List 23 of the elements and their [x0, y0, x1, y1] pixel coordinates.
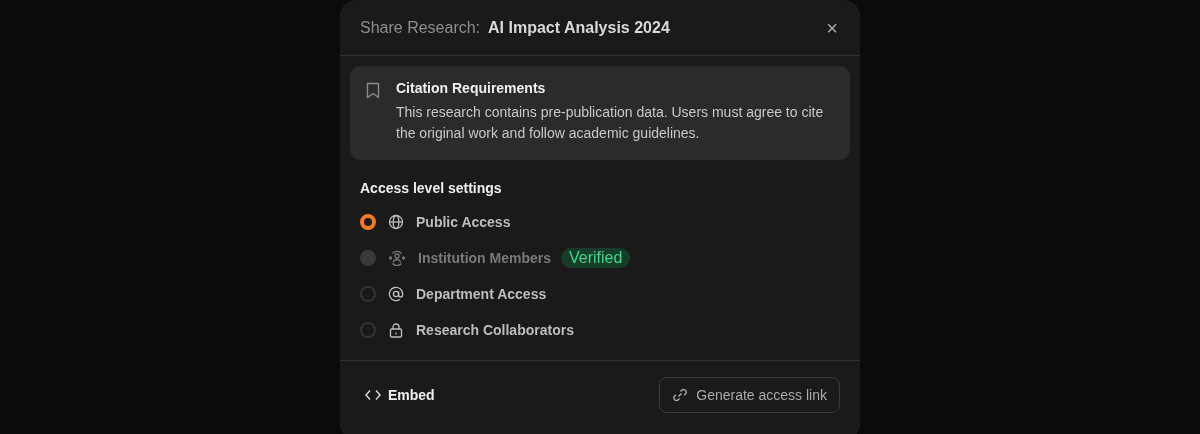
title-label: Share Research: [360, 18, 481, 37]
radio-button[interactable] [360, 322, 376, 338]
option-label: Institution Members [418, 250, 551, 266]
notice-title: Citation Requirements [396, 80, 547, 96]
radio-button[interactable] [360, 286, 376, 302]
option-label: Research Collaborators [416, 322, 574, 338]
people-icon [388, 250, 406, 266]
notice-text: This research contains pre-publication data. Users must agree to cite the original work and follow academic guidelines. [396, 103, 825, 143]
lock-icon [388, 322, 404, 338]
verified-badge: Verified [561, 248, 631, 268]
option-label: Department Access [416, 286, 547, 302]
close-button[interactable]: × [824, 17, 840, 38]
embed-button[interactable]: Embed [360, 381, 440, 409]
option-label: Public Access [416, 214, 511, 230]
section-heading: Access level settings [360, 180, 503, 196]
bookmark-icon [366, 82, 380, 99]
code-icon [365, 389, 381, 401]
globe-icon [388, 214, 404, 230]
dialog-title: AI Impact Analysis 2024 [488, 18, 670, 37]
at-sign-icon [388, 286, 404, 302]
radio-button[interactable] [360, 214, 376, 230]
generate-link-button[interactable]: Generate access link [659, 377, 840, 413]
link-icon [672, 387, 689, 403]
